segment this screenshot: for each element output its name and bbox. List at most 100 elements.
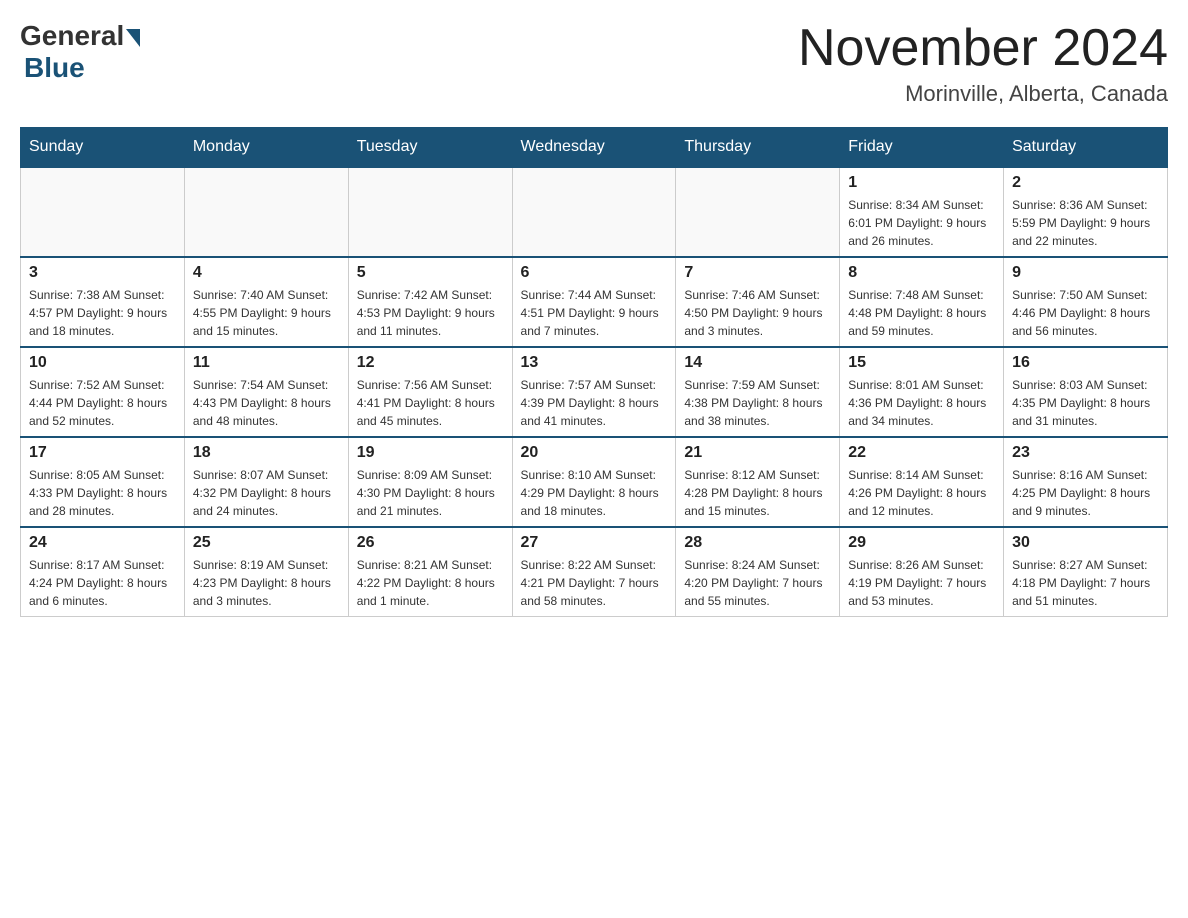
day-number: 10 — [29, 354, 176, 372]
calendar-cell: 10 Sunrise: 7:52 AM Sunset: 4:44 PM Dayli… — [21, 347, 185, 437]
day-info: Sunrise: 8:01 AM Sunset: 4:36 PM Dayligh… — [848, 376, 995, 430]
day-of-week-header: Thursday — [676, 128, 840, 168]
day-number: 18 — [193, 444, 340, 462]
calendar-cell: 6 Sunrise: 7:44 AM Sunset: 4:51 PM Daylig… — [512, 257, 676, 347]
calendar-cell — [676, 167, 840, 257]
day-of-week-header: Tuesday — [348, 128, 512, 168]
day-info: Sunrise: 8:26 AM Sunset: 4:19 PM Dayligh… — [848, 556, 995, 610]
day-number: 13 — [521, 354, 668, 372]
calendar-cell: 23 Sunrise: 8:16 AM Sunset: 4:25 PM Dayli… — [1004, 437, 1168, 527]
calendar-cell — [512, 167, 676, 257]
calendar-cell: 8 Sunrise: 7:48 AM Sunset: 4:48 PM Daylig… — [840, 257, 1004, 347]
day-info: Sunrise: 7:57 AM Sunset: 4:39 PM Dayligh… — [521, 376, 668, 430]
title-section: November 2024 Morinville, Alberta, Canad… — [798, 20, 1168, 107]
day-info: Sunrise: 7:50 AM Sunset: 4:46 PM Dayligh… — [1012, 286, 1159, 340]
day-info: Sunrise: 8:10 AM Sunset: 4:29 PM Dayligh… — [521, 466, 668, 520]
calendar-location: Morinville, Alberta, Canada — [798, 81, 1168, 107]
day-number: 4 — [193, 264, 340, 282]
day-number: 12 — [357, 354, 504, 372]
day-info: Sunrise: 8:22 AM Sunset: 4:21 PM Dayligh… — [521, 556, 668, 610]
logo-arrow-icon — [126, 29, 140, 47]
day-of-week-header: Saturday — [1004, 128, 1168, 168]
calendar-cell: 12 Sunrise: 7:56 AM Sunset: 4:41 PM Dayli… — [348, 347, 512, 437]
calendar-header-row: SundayMondayTuesdayWednesdayThursdayFrid… — [21, 128, 1168, 168]
calendar-week-row: 24 Sunrise: 8:17 AM Sunset: 4:24 PM Dayli… — [21, 527, 1168, 617]
day-number: 23 — [1012, 444, 1159, 462]
logo-general-text: General — [20, 20, 124, 52]
day-number: 8 — [848, 264, 995, 282]
day-number: 16 — [1012, 354, 1159, 372]
day-number: 5 — [357, 264, 504, 282]
calendar-cell: 17 Sunrise: 8:05 AM Sunset: 4:33 PM Dayli… — [21, 437, 185, 527]
day-number: 20 — [521, 444, 668, 462]
calendar-cell: 22Sunrise: 8:14 AM Sunset: 4:26 PM Dayli… — [840, 437, 1004, 527]
day-info: Sunrise: 7:52 AM Sunset: 4:44 PM Dayligh… — [29, 376, 176, 430]
day-number: 26 — [357, 534, 504, 552]
day-info: Sunrise: 8:36 AM Sunset: 5:59 PM Dayligh… — [1012, 196, 1159, 250]
day-info: Sunrise: 7:44 AM Sunset: 4:51 PM Dayligh… — [521, 286, 668, 340]
calendar-cell: 7Sunrise: 7:46 AM Sunset: 4:50 PM Daylig… — [676, 257, 840, 347]
calendar-cell: 11 Sunrise: 7:54 AM Sunset: 4:43 PM Dayli… — [184, 347, 348, 437]
calendar-cell: 27 Sunrise: 8:22 AM Sunset: 4:21 PM Dayli… — [512, 527, 676, 617]
logo: General Blue — [20, 20, 140, 84]
day-number: 11 — [193, 354, 340, 372]
day-number: 27 — [521, 534, 668, 552]
day-info: Sunrise: 7:40 AM Sunset: 4:55 PM Dayligh… — [193, 286, 340, 340]
day-info: Sunrise: 8:07 AM Sunset: 4:32 PM Dayligh… — [193, 466, 340, 520]
day-info: Sunrise: 8:16 AM Sunset: 4:25 PM Dayligh… — [1012, 466, 1159, 520]
day-number: 29 — [848, 534, 995, 552]
calendar-cell: 21 Sunrise: 8:12 AM Sunset: 4:28 PM Dayli… — [676, 437, 840, 527]
calendar-cell: 20 Sunrise: 8:10 AM Sunset: 4:29 PM Dayli… — [512, 437, 676, 527]
day-info: Sunrise: 8:21 AM Sunset: 4:22 PM Dayligh… — [357, 556, 504, 610]
day-number: 19 — [357, 444, 504, 462]
day-number: 9 — [1012, 264, 1159, 282]
day-number: 2 — [1012, 174, 1159, 192]
day-number: 14 — [684, 354, 831, 372]
day-info: Sunrise: 7:46 AM Sunset: 4:50 PM Dayligh… — [684, 286, 831, 340]
day-number: 28 — [684, 534, 831, 552]
day-number: 30 — [1012, 534, 1159, 552]
day-info: Sunrise: 7:54 AM Sunset: 4:43 PM Dayligh… — [193, 376, 340, 430]
calendar-cell: 5 Sunrise: 7:42 AM Sunset: 4:53 PM Daylig… — [348, 257, 512, 347]
day-number: 17 — [29, 444, 176, 462]
calendar-cell — [21, 167, 185, 257]
calendar-cell: 24 Sunrise: 8:17 AM Sunset: 4:24 PM Dayli… — [21, 527, 185, 617]
calendar-cell: 25Sunrise: 8:19 AM Sunset: 4:23 PM Dayli… — [184, 527, 348, 617]
day-number: 15 — [848, 354, 995, 372]
day-number: 3 — [29, 264, 176, 282]
day-info: Sunrise: 8:03 AM Sunset: 4:35 PM Dayligh… — [1012, 376, 1159, 430]
day-info: Sunrise: 7:42 AM Sunset: 4:53 PM Dayligh… — [357, 286, 504, 340]
day-info: Sunrise: 7:56 AM Sunset: 4:41 PM Dayligh… — [357, 376, 504, 430]
calendar-cell: 19 Sunrise: 8:09 AM Sunset: 4:30 PM Dayli… — [348, 437, 512, 527]
calendar-cell: 13 Sunrise: 7:57 AM Sunset: 4:39 PM Dayli… — [512, 347, 676, 437]
day-info: Sunrise: 8:12 AM Sunset: 4:28 PM Dayligh… — [684, 466, 831, 520]
day-info: Sunrise: 8:24 AM Sunset: 4:20 PM Dayligh… — [684, 556, 831, 610]
day-info: Sunrise: 8:34 AM Sunset: 6:01 PM Dayligh… — [848, 196, 995, 250]
calendar-week-row: 1 Sunrise: 8:34 AM Sunset: 6:01 PM Daylig… — [21, 167, 1168, 257]
page-header: General Blue November 2024 Morinville, A… — [20, 20, 1168, 107]
calendar-cell — [184, 167, 348, 257]
day-number: 1 — [848, 174, 995, 192]
day-info: Sunrise: 8:27 AM Sunset: 4:18 PM Dayligh… — [1012, 556, 1159, 610]
day-info: Sunrise: 8:05 AM Sunset: 4:33 PM Dayligh… — [29, 466, 176, 520]
day-number: 24 — [29, 534, 176, 552]
day-of-week-header: Monday — [184, 128, 348, 168]
calendar-week-row: 3 Sunrise: 7:38 AM Sunset: 4:57 PM Daylig… — [21, 257, 1168, 347]
calendar-cell: 28 Sunrise: 8:24 AM Sunset: 4:20 PM Dayli… — [676, 527, 840, 617]
day-number: 6 — [521, 264, 668, 282]
calendar-cell: 15 Sunrise: 8:01 AM Sunset: 4:36 PM Dayli… — [840, 347, 1004, 437]
day-number: 22 — [848, 444, 995, 462]
day-of-week-header: Sunday — [21, 128, 185, 168]
calendar-cell: 9 Sunrise: 7:50 AM Sunset: 4:46 PM Daylig… — [1004, 257, 1168, 347]
calendar-cell: 30 Sunrise: 8:27 AM Sunset: 4:18 PM Dayli… — [1004, 527, 1168, 617]
day-info: Sunrise: 8:09 AM Sunset: 4:30 PM Dayligh… — [357, 466, 504, 520]
calendar-cell: 14Sunrise: 7:59 AM Sunset: 4:38 PM Dayli… — [676, 347, 840, 437]
logo-blue-text: Blue — [24, 52, 85, 84]
day-number: 21 — [684, 444, 831, 462]
day-info: Sunrise: 7:48 AM Sunset: 4:48 PM Dayligh… — [848, 286, 995, 340]
day-info: Sunrise: 8:17 AM Sunset: 4:24 PM Dayligh… — [29, 556, 176, 610]
day-info: Sunrise: 7:38 AM Sunset: 4:57 PM Dayligh… — [29, 286, 176, 340]
calendar-cell: 3 Sunrise: 7:38 AM Sunset: 4:57 PM Daylig… — [21, 257, 185, 347]
calendar-cell: 4 Sunrise: 7:40 AM Sunset: 4:55 PM Daylig… — [184, 257, 348, 347]
calendar-cell: 16 Sunrise: 8:03 AM Sunset: 4:35 PM Dayli… — [1004, 347, 1168, 437]
